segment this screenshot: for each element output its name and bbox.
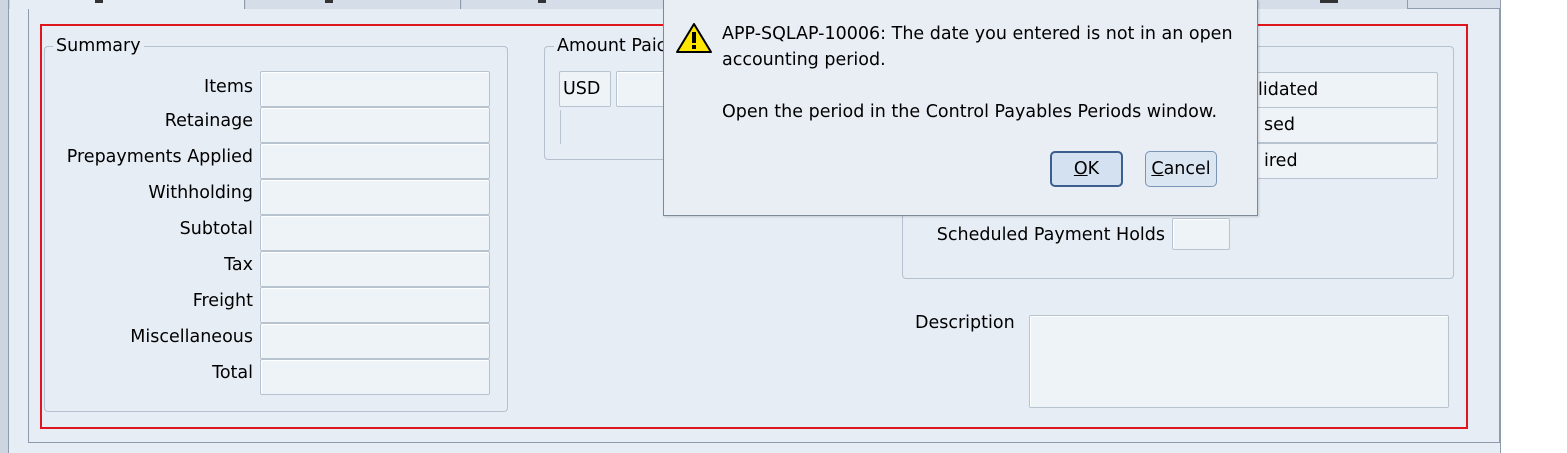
tab-2[interactable] [245,0,461,9]
cancel-mnemonic: C [1151,159,1164,179]
miscellaneous-field[interactable] [260,323,490,359]
description-field[interactable] [1029,315,1449,408]
total-label: Total [212,363,253,383]
error-message: APP-SQLAP-10006: The date you entered is… [722,21,1252,125]
description-label: Description [915,313,1015,333]
tax-field[interactable] [260,251,490,287]
cancel-label-rest: ancel [1163,159,1211,179]
retainage-field[interactable] [260,107,490,143]
freight-label: Freight [192,291,253,311]
ok-mnemonic: O [1073,159,1088,179]
accounted-text: sed [1264,115,1295,135]
currency-field: USD [559,71,611,107]
subtotal-label: Subtotal [179,219,253,239]
approval-field: ired [1256,143,1438,179]
withholding-field[interactable] [260,179,490,215]
scheduled-payment-holds-field[interactable] [1172,218,1230,250]
total-field[interactable] [260,359,490,395]
withholding-label: Withholding [148,183,253,203]
tab-3-mnemonic-mark [538,0,546,3]
summary-legend: Summary [53,36,144,56]
ok-label-rest: K [1087,159,1100,179]
prepayments-applied-field[interactable] [260,143,490,179]
validated-field: lidated [1256,72,1438,108]
error-message-line-1: APP-SQLAP-10006: The date you entered is… [722,24,1233,44]
amount-paid-divider [560,110,561,144]
error-message-line-2: accounting period. [722,50,886,70]
cancel-button[interactable]: Cancel [1145,151,1217,187]
window-left-edge [0,0,9,453]
subtotal-field[interactable] [260,215,490,251]
amount-paid-legend: Amount Paic [554,36,663,56]
accounted-field: sed [1256,107,1438,143]
tab-4-mnemonic-mark [1320,0,1338,3]
ok-button[interactable]: OK [1050,151,1123,187]
tab-2-mnemonic-mark [325,0,333,3]
miscellaneous-label: Miscellaneous [130,327,253,347]
prepayments-applied-label: Prepayments Applied [66,147,253,167]
retainage-label: Retainage [164,111,253,131]
amount-paid-field[interactable] [616,71,669,107]
items-label: Items [204,77,253,97]
items-field[interactable] [260,71,490,107]
freight-field[interactable] [260,287,490,323]
tab-1[interactable] [9,0,245,9]
validated-text: lidated [1258,80,1319,100]
tab-3[interactable] [461,0,671,9]
error-message-line-3: Open the period in the Control Payables … [722,102,1218,122]
scheduled-payment-holds-label: Scheduled Payment Holds [936,225,1165,245]
tab-1-mnemonic-mark [95,0,103,3]
blank-right-area [1500,0,1567,453]
approval-text: ired [1264,151,1298,171]
tax-label: Tax [224,255,253,275]
warning-icon [675,22,713,54]
